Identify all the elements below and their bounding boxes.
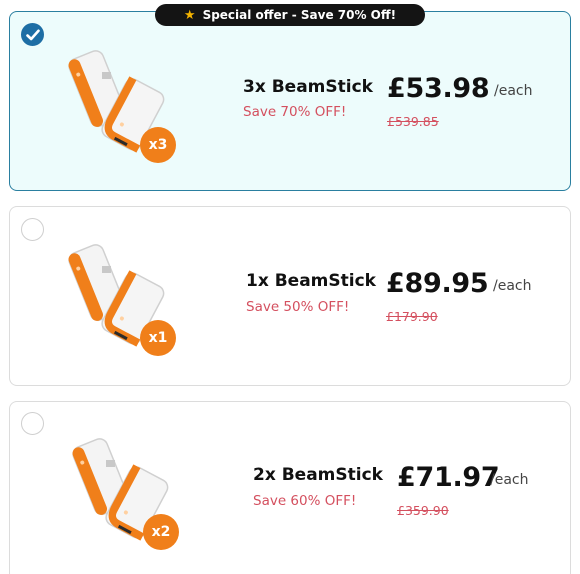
- product-name: 1x BeamStick: [246, 271, 376, 291]
- save-text: Save 70% OFF!: [243, 104, 347, 120]
- save-text: Save 60% OFF!: [253, 493, 357, 509]
- price: £53.98: [387, 73, 490, 104]
- quantity-badge-1x: x1: [140, 320, 176, 356]
- option-radio-2x[interactable]: [21, 412, 44, 435]
- quantity-badge-2x: x2: [143, 514, 179, 550]
- option-radio-1x[interactable]: [21, 218, 44, 241]
- product-name: 3x BeamStick: [243, 77, 373, 97]
- price: £89.95: [386, 268, 489, 299]
- price: £71.97: [397, 462, 500, 493]
- special-offer-text: Special offer - Save 70% Off!: [202, 8, 397, 22]
- quantity-badge-3x: x3: [140, 127, 176, 163]
- price-unit: /each: [494, 83, 533, 99]
- original-price: £539.85: [387, 114, 439, 129]
- product-name: 2x BeamStick: [253, 465, 383, 485]
- option-radio-3x[interactable]: [21, 23, 44, 46]
- original-price: £179.90: [386, 309, 438, 324]
- price-unit: /each: [490, 472, 529, 488]
- price-unit: /each: [493, 278, 532, 294]
- save-text: Save 50% OFF!: [246, 299, 350, 315]
- special-offer-badge: ★ Special offer - Save 70% Off!: [155, 4, 425, 26]
- star-icon: ★: [183, 7, 196, 23]
- checkmark-icon: [26, 29, 40, 41]
- original-price: £359.90: [397, 503, 449, 518]
